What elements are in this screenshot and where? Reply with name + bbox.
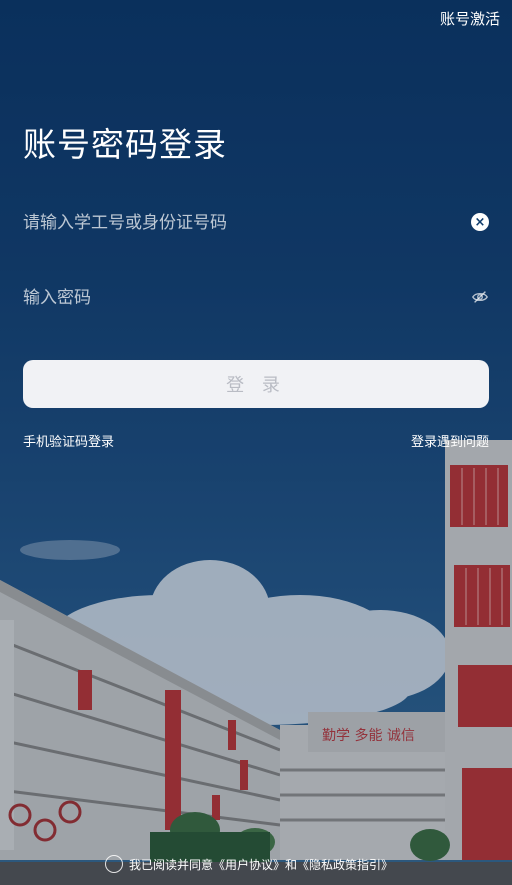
username-input[interactable]	[23, 213, 489, 233]
sms-login-link[interactable]: 手机验证码登录	[23, 431, 114, 450]
privacy-policy-link[interactable]: 《隐私政策指引》	[297, 856, 393, 873]
page-title: 账号密码登录	[23, 125, 227, 164]
agreement-and: 和	[285, 857, 298, 872]
agreement-row: 我已阅读并同意 《用户协议》 和 《隐私政策指引》	[105, 855, 393, 873]
password-field[interactable]	[23, 288, 489, 308]
user-agreement-link[interactable]: 《用户协议》	[213, 856, 285, 873]
username-field[interactable]: ×	[23, 213, 489, 233]
eye-slash-icon[interactable]	[471, 288, 489, 306]
password-input[interactable]	[23, 288, 489, 308]
account-activate-link[interactable]: 账号激活	[440, 8, 500, 29]
agreement-checkbox[interactable]	[105, 855, 123, 873]
agreement-prefix: 我已阅读并同意	[129, 857, 214, 872]
clear-icon[interactable]: ×	[471, 213, 489, 231]
login-button[interactable]: 登 录	[23, 360, 489, 408]
login-problem-link[interactable]: 登录遇到问题	[411, 431, 489, 450]
